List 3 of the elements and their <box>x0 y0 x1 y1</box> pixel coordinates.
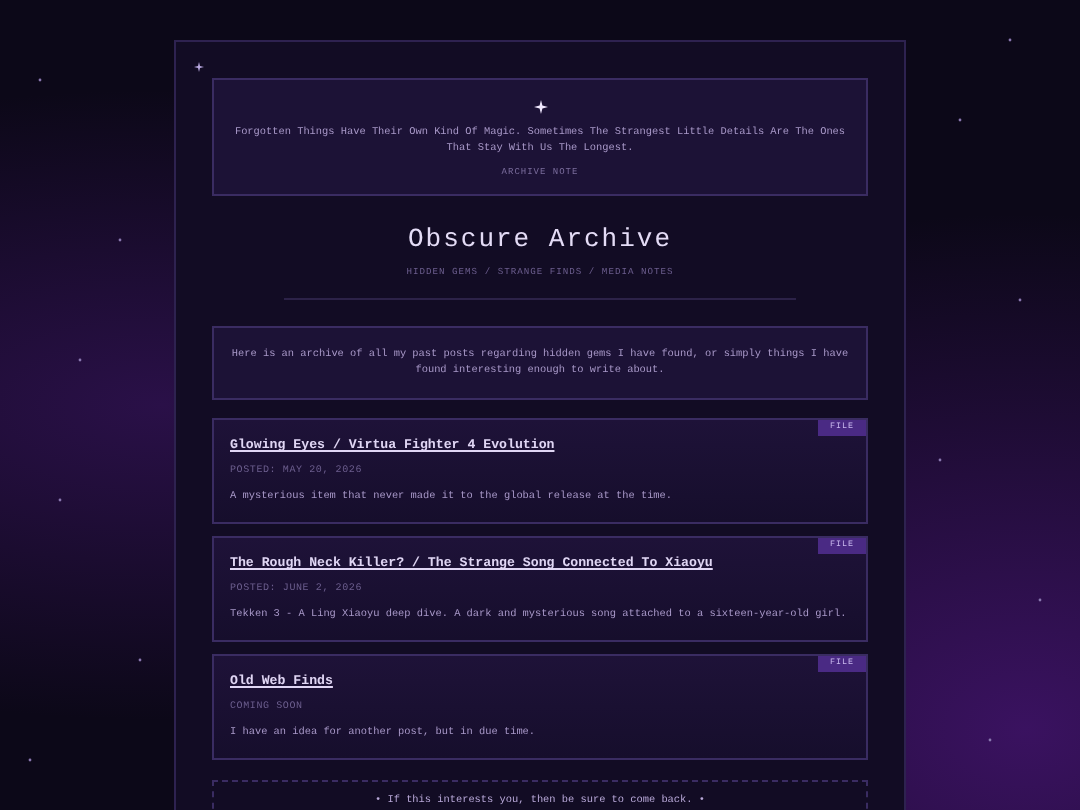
page-title: Obscure Archive <box>407 223 673 254</box>
sparkle-icon <box>533 100 547 114</box>
sparkle-icon <box>194 62 204 72</box>
